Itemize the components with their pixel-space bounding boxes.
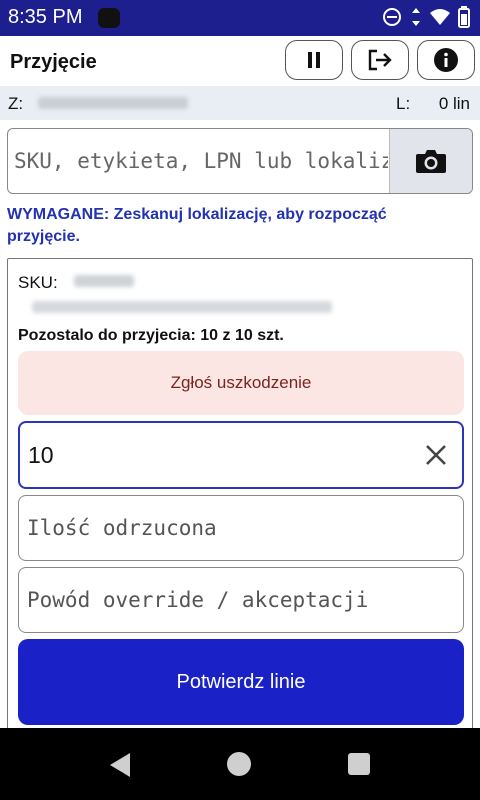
- pause-button[interactable]: [285, 40, 343, 80]
- system-nav-bar: [0, 728, 480, 800]
- home-icon[interactable]: [227, 752, 251, 776]
- status-time: 8:35 PM: [8, 6, 83, 28]
- logout-icon: [368, 49, 392, 71]
- sku-label: SKU:: [18, 273, 58, 292]
- page-title: Przyjęcie: [10, 51, 97, 73]
- camera-scan-button[interactable]: [389, 129, 472, 193]
- sku-description-redacted: [32, 301, 332, 313]
- receipt-line-card: SKU: Pozostalo do przyjecia: 10 z 10 szt…: [7, 258, 473, 738]
- report-damage-button[interactable]: Zgłoś uszkodzenie: [18, 351, 464, 415]
- info-icon: [434, 48, 458, 72]
- pause-icon: [308, 52, 320, 68]
- back-icon[interactable]: [108, 752, 132, 778]
- clear-icon[interactable]: [422, 441, 450, 469]
- app-notification-icon: [98, 8, 120, 28]
- rejected-quantity-field: [18, 495, 464, 561]
- required-message: WYMAGANE: Zeskanuj lokalizację, aby rozp…: [7, 206, 387, 245]
- order-info-bar: Z: L: 0 lin: [0, 86, 480, 120]
- battery-icon: [458, 6, 470, 28]
- order-number-redacted: [38, 97, 188, 109]
- data-arrows-icon: [412, 8, 420, 26]
- quantity-input[interactable]: 10: [18, 421, 464, 489]
- dnd-icon: [383, 8, 401, 26]
- system-icons: [382, 6, 470, 28]
- sku-value-redacted: [74, 275, 134, 287]
- camera-icon: [416, 150, 446, 173]
- confirm-line-button[interactable]: Potwierdz linie: [18, 639, 464, 725]
- scan-field: [7, 128, 473, 194]
- scan-input[interactable]: [8, 129, 388, 192]
- override-reason-input[interactable]: [19, 568, 463, 632]
- info-button[interactable]: [417, 40, 475, 80]
- status-bar: 8:35 PM: [0, 0, 480, 36]
- order-label: Z:: [8, 94, 24, 113]
- recents-icon[interactable]: [348, 753, 370, 775]
- rejected-quantity-input[interactable]: [19, 496, 463, 560]
- app-bar: Przyjęcie: [0, 36, 480, 86]
- lines-count: 0 lin: [438, 94, 470, 113]
- quantity-value: 10: [28, 442, 54, 468]
- lines-label: L:: [396, 94, 411, 113]
- wifi-icon: [430, 9, 450, 25]
- logout-button[interactable]: [351, 40, 409, 80]
- remaining-quantity: Pozostalo do przyjecia: 10 z 10 szt.: [18, 327, 284, 344]
- override-reason-field: [18, 567, 464, 633]
